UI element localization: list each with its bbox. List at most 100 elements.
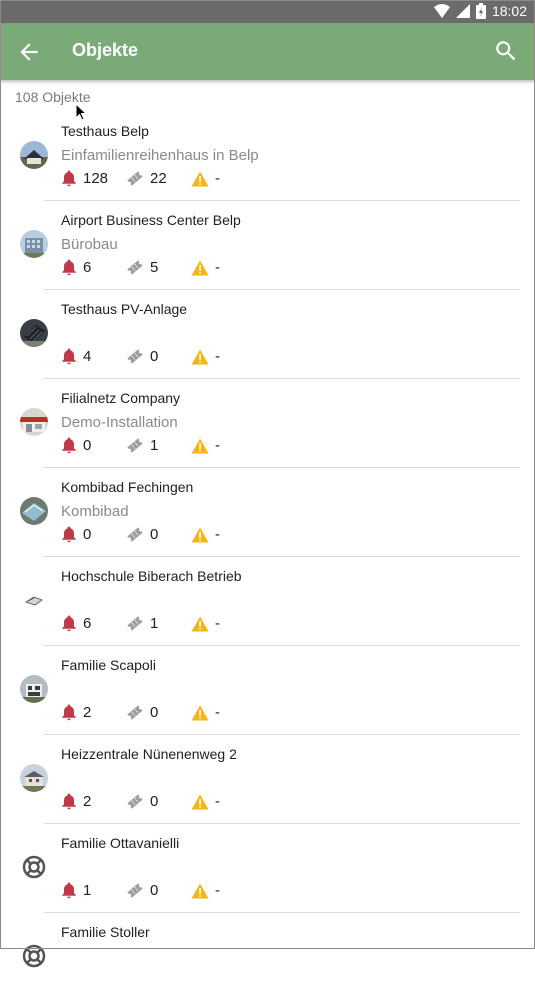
object-stats: 128 22 - [61,170,361,188]
ticket-stat: 0 [126,348,158,365]
list-item[interactable]: Heizzentrale Nünenenweg 2 2 0 - [0,735,535,824]
object-subtitle: Kombibad [61,503,129,520]
alarm-stat: 4 [61,348,91,365]
alarm-count: 1 [83,882,92,899]
list-item[interactable]: Kombibad Fechingen Kombibad 0 0 - [0,468,535,557]
warning-count: - [215,348,220,365]
warning-icon [191,438,209,454]
lifebuoy-icon [20,942,48,970]
object-avatar [20,230,48,258]
object-avatar [20,141,48,169]
alarm-stat: 6 [61,615,91,632]
back-arrow-icon[interactable] [16,39,42,65]
object-name: Testhaus PV-Anlage [61,301,188,317]
object-name: Heizzentrale Nünenenweg 2 [61,746,237,762]
object-subtitle: Demo-Installation [61,414,178,431]
ticket-icon [126,348,144,365]
ticket-count: 0 [150,704,159,721]
bell-icon [61,437,77,454]
object-subtitle: Einfamilienreihenhaus in Belp [61,147,259,164]
bell-icon [61,882,77,899]
warning-stat: - [191,437,220,454]
alarm-count: 2 [83,793,92,810]
alarm-stat: 6 [61,259,91,276]
object-stats: 6 5 - [61,259,361,277]
warning-count: - [215,259,220,276]
list-item[interactable]: Testhaus Belp Einfamilienreihenhaus in B… [0,112,535,201]
warning-stat: - [191,615,220,632]
object-name: Kombibad Fechingen [61,479,194,495]
alarm-count: 2 [83,704,92,721]
ticket-stat: 0 [126,882,158,899]
bell-icon [61,615,77,632]
wifi-icon [433,4,450,18]
list-item[interactable]: Hochschule Biberach Betrieb 6 1 - [0,557,535,646]
app-bar: Objekte [0,23,535,80]
alarm-stat: 2 [61,793,91,810]
list-item[interactable]: Familie Scapoli 2 0 - [0,646,535,735]
object-avatar [20,764,48,792]
warning-icon [191,883,209,899]
warning-icon [191,349,209,365]
ticket-icon [126,882,144,899]
warning-icon [191,260,209,276]
ticket-count: 22 [150,170,167,187]
ticket-icon [126,170,144,187]
warning-count: - [215,615,220,632]
object-list: Testhaus Belp Einfamilienreihenhaus in B… [0,112,535,1002]
object-name: Filialnetz Company [61,390,181,406]
list-item[interactable]: Familie Ottavanielli 1 0 - [0,824,535,913]
ticket-count: 1 [150,437,159,454]
warning-icon [191,616,209,632]
warning-icon [191,705,209,721]
warning-count: - [215,437,220,454]
object-name: Testhaus Belp [61,123,149,139]
ticket-icon [126,704,144,721]
bell-icon [61,793,77,810]
warning-stat: - [191,526,220,543]
object-stats: 4 0 - [61,348,361,366]
warning-stat: - [191,259,220,276]
ticket-count: 1 [150,615,159,632]
ticket-icon [126,526,144,543]
ticket-stat: 1 [126,437,158,454]
alarm-count: 0 [83,437,92,454]
warning-count: - [215,704,220,721]
bell-icon [61,259,77,276]
list-item[interactable]: Familie Stoller [0,913,535,1002]
warning-icon [191,794,209,810]
status-bar: 18:02 [0,0,535,23]
bell-icon [61,348,77,365]
ticket-count: 5 [150,259,159,276]
bell-icon [61,526,77,543]
ticket-stat: 1 [126,615,158,632]
alarm-count: 4 [83,348,92,365]
warning-count: - [215,882,220,899]
ticket-count: 0 [150,348,159,365]
list-item[interactable]: Filialnetz Company Demo-Installation 0 1 [0,379,535,468]
status-time: 18:02 [491,3,527,19]
list-item[interactable]: Testhaus PV-Anlage 4 0 - [0,290,535,379]
signal-icon [455,4,470,18]
alarm-stat: 1 [61,882,91,899]
search-icon[interactable] [493,38,519,64]
warning-icon [191,171,209,187]
object-stats: 6 1 - [61,615,361,633]
warning-stat: - [191,348,220,365]
battery-icon [475,3,486,19]
object-avatar [20,319,48,347]
object-stats: 0 1 - [61,437,361,455]
warning-count: - [215,793,220,810]
warning-count: - [215,170,220,187]
alarm-count: 0 [83,526,92,543]
warning-count: - [215,526,220,543]
warning-icon [191,527,209,543]
object-name: Familie Stoller [61,924,150,940]
ticket-stat: 5 [126,259,158,276]
page-title: Objekte [72,40,139,60]
bell-icon [61,170,77,187]
list-item[interactable]: Airport Business Center Belp Bürobau 6 5 [0,201,535,290]
object-stats: 1 0 - [61,882,361,900]
alarm-stat: 0 [61,526,91,543]
ticket-icon [126,615,144,632]
